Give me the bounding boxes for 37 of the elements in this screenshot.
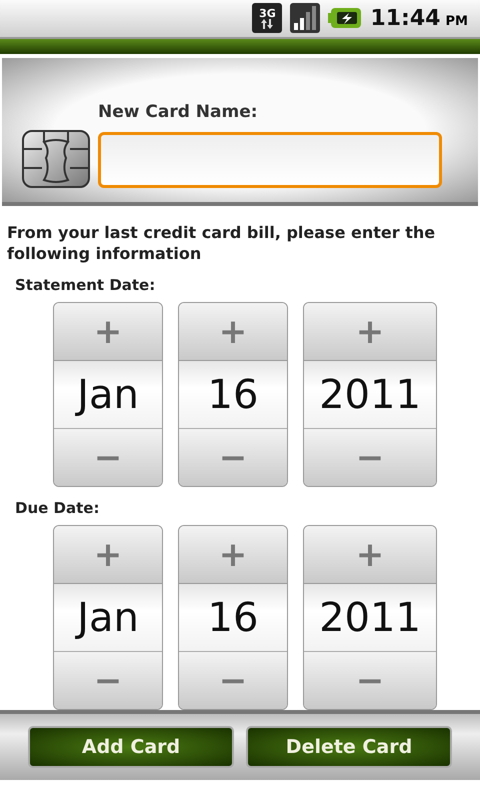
date-label: Statement Date: (15, 276, 156, 294)
date-picker[interactable]: + Jan − (53, 525, 163, 710)
increment-button[interactable]: + (304, 303, 436, 360)
network-type-icon: 3G (252, 3, 282, 34)
card-name-field[interactable] (98, 132, 442, 188)
date-picker[interactable]: + 16 − (178, 302, 288, 488)
date-picker[interactable]: + 2011 − (303, 302, 437, 488)
action-button[interactable]: Delete Card (246, 726, 452, 768)
chip-icon (22, 130, 90, 188)
increment-button[interactable]: + (54, 526, 162, 584)
picker-value: Jan (54, 360, 162, 430)
card-name-label: New Card Name: (98, 102, 259, 122)
decrement-button[interactable]: − (179, 652, 287, 710)
increment-button[interactable]: + (54, 303, 162, 360)
instructions-text: From your last credit card bill, please enter the following information (7, 222, 436, 264)
date-label: Due Date: (15, 499, 100, 518)
decrement-button[interactable]: − (179, 429, 287, 486)
picker-value: 16 (179, 583, 287, 652)
increment-button[interactable]: + (179, 526, 287, 584)
increment-button[interactable]: + (304, 526, 436, 584)
clock-period: PM (446, 14, 468, 29)
decrement-button[interactable]: − (54, 652, 162, 710)
decrement-button[interactable]: − (54, 429, 162, 486)
signal-icon (290, 3, 320, 34)
increment-button[interactable]: + (179, 303, 287, 360)
decrement-button[interactable]: − (304, 652, 436, 710)
picker-value: 2011 (304, 583, 436, 652)
action-button[interactable]: Add Card (28, 726, 234, 768)
picker-value: 16 (179, 360, 287, 430)
picker-value: 2011 (304, 360, 436, 430)
date-picker[interactable]: + 2011 − (303, 525, 437, 710)
clock-time: 11:44 (370, 6, 440, 31)
picker-value: Jan (54, 583, 162, 652)
date-picker[interactable]: + 16 − (178, 525, 288, 710)
date-picker[interactable]: + Jan − (53, 302, 163, 488)
decrement-button[interactable]: − (304, 429, 436, 486)
battery-charging-icon (328, 7, 362, 30)
